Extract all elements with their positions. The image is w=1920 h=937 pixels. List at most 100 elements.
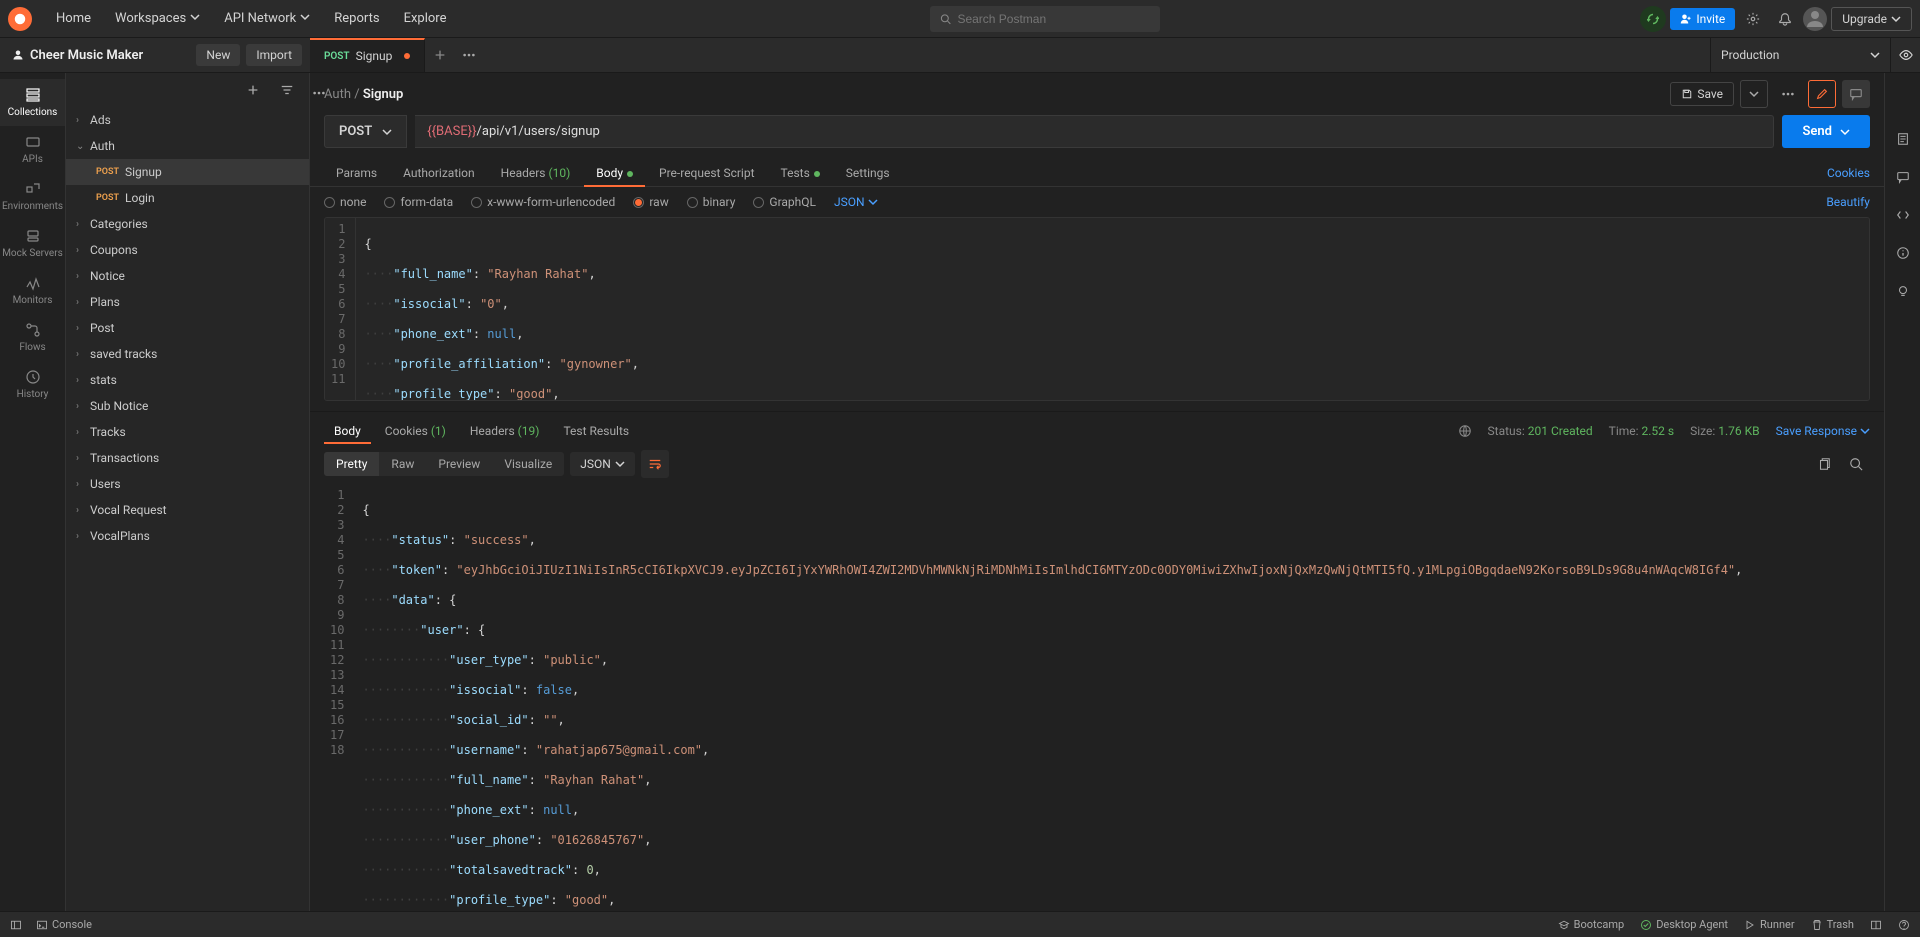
response-body-code[interactable]: { "status": "success", "token": "eyJhbGc…	[354, 484, 1870, 911]
search-input[interactable]	[957, 12, 1150, 26]
new-tab-button[interactable]	[425, 48, 455, 62]
url-input[interactable]: {{BASE}}/api/v1/users/signup	[415, 115, 1774, 148]
tree-request-signup[interactable]: POSTSignup	[66, 159, 309, 185]
postman-logo[interactable]	[8, 7, 32, 31]
comments-button[interactable]	[1885, 161, 1920, 193]
notifications-button[interactable]	[1771, 5, 1799, 33]
settings-button[interactable]	[1739, 5, 1767, 33]
copy-response-button[interactable]	[1810, 450, 1838, 478]
new-button[interactable]: New	[196, 44, 240, 66]
tab-settings[interactable]: Settings	[834, 160, 902, 186]
sync-icon[interactable]	[1640, 6, 1666, 32]
body-opt-binary[interactable]: binary	[687, 195, 736, 209]
response-lang-select[interactable]: JSON	[570, 452, 635, 476]
beautify-button[interactable]: Beautify	[1826, 195, 1870, 209]
tab-params[interactable]: Params	[324, 160, 389, 186]
environment-quicklook[interactable]	[1890, 38, 1920, 72]
tree-folder[interactable]: ›Users	[66, 471, 309, 497]
invite-button[interactable]: Invite	[1670, 8, 1735, 30]
tree-folder[interactable]: ›Tracks	[66, 419, 309, 445]
tree-folder[interactable]: ›Notice	[66, 263, 309, 289]
body-opt-graphql[interactable]: GraphQL	[753, 195, 816, 209]
tree-folder[interactable]: ›Plans	[66, 289, 309, 315]
save-button[interactable]: Save	[1670, 82, 1734, 106]
info-button[interactable]	[1885, 237, 1920, 269]
tab-body[interactable]: Body	[584, 160, 645, 186]
tree-folder[interactable]: ›Transactions	[66, 445, 309, 471]
trash-button[interactable]: Trash	[1811, 918, 1854, 931]
rail-monitors[interactable]: Monitors	[0, 267, 65, 314]
bootcamp-button[interactable]: Bootcamp	[1558, 918, 1625, 931]
tree-folder-auth[interactable]: ⌄Auth	[66, 133, 309, 159]
import-button[interactable]: Import	[246, 44, 302, 66]
save-response-button[interactable]: Save Response	[1776, 424, 1870, 438]
view-preview[interactable]: Preview	[426, 452, 492, 476]
sidebar-toggle-button[interactable]	[10, 919, 22, 931]
rail-environments[interactable]: Environments	[0, 173, 65, 220]
body-opt-none[interactable]: none	[324, 195, 366, 209]
response-body-editor[interactable]: 123456789101112131415161718 { "status": …	[324, 484, 1870, 911]
documentation-button[interactable]	[1885, 123, 1920, 155]
nav-workspaces[interactable]: Workspaces	[103, 0, 212, 38]
rail-collections[interactable]: Collections	[0, 79, 65, 126]
save-dropdown[interactable]	[1740, 80, 1768, 108]
tree-folder[interactable]: ›Categories	[66, 211, 309, 237]
request-body-code[interactable]: { "full_name": "Rayhan Rahat", "issocial…	[356, 218, 1869, 400]
tree-folder[interactable]: ›Sub Notice	[66, 393, 309, 419]
create-collection-button[interactable]	[239, 76, 267, 104]
view-pretty[interactable]: Pretty	[324, 452, 379, 476]
nav-home[interactable]: Home	[44, 0, 103, 38]
tab-headers[interactable]: Headers (10)	[489, 160, 583, 186]
tab-options[interactable]	[455, 41, 483, 69]
nav-api-network[interactable]: API Network	[212, 0, 322, 38]
panel-options[interactable]	[305, 79, 333, 107]
cookies-link[interactable]: Cookies	[1827, 160, 1870, 186]
view-visualize[interactable]: Visualize	[492, 452, 564, 476]
comment-mode-button[interactable]	[1842, 80, 1870, 108]
workspace-name[interactable]: Cheer Music Maker	[0, 48, 196, 63]
related-button[interactable]	[1885, 275, 1920, 307]
tree-folder[interactable]: ›Coupons	[66, 237, 309, 263]
search-box[interactable]	[930, 6, 1160, 32]
tab-authorization[interactable]: Authorization	[391, 160, 487, 186]
filter-button[interactable]	[273, 76, 301, 104]
resp-tab-body[interactable]: Body	[324, 418, 371, 444]
nav-reports[interactable]: Reports	[322, 0, 391, 38]
request-tab-signup[interactable]: POST Signup	[310, 38, 425, 72]
tree-folder[interactable]: ›stats	[66, 367, 309, 393]
body-opt-formdata[interactable]: form-data	[384, 195, 453, 209]
rail-flows[interactable]: Flows	[0, 314, 65, 361]
body-opt-urlencoded[interactable]: x-www-form-urlencoded	[471, 195, 615, 209]
request-body-editor[interactable]: 1234567891011 { "full_name": "Rayhan Rah…	[324, 217, 1870, 401]
search-response-button[interactable]	[1842, 450, 1870, 478]
body-lang-select[interactable]: JSON	[834, 195, 878, 209]
environment-selector[interactable]: Production	[1710, 38, 1890, 72]
tree-folder[interactable]: ›Post	[66, 315, 309, 341]
tab-prerequest[interactable]: Pre-request Script	[647, 160, 766, 186]
tree-folder-ads[interactable]: ›Ads	[66, 107, 309, 133]
rail-apis[interactable]: APIs	[0, 126, 65, 173]
tree-folder[interactable]: ›VocalPlans	[66, 523, 309, 549]
help-button[interactable]	[1898, 919, 1910, 931]
send-button[interactable]: Send	[1782, 115, 1870, 148]
resp-tab-cookies[interactable]: Cookies (1)	[375, 418, 456, 444]
view-raw[interactable]: Raw	[379, 452, 426, 476]
wrap-lines-button[interactable]	[641, 450, 669, 478]
rail-history[interactable]: History	[0, 361, 65, 408]
tree-folder[interactable]: ›saved tracks	[66, 341, 309, 367]
resp-tab-test-results[interactable]: Test Results	[553, 418, 639, 444]
tab-tests[interactable]: Tests	[769, 160, 832, 186]
two-pane-button[interactable]	[1870, 919, 1882, 931]
rail-mock-servers[interactable]: Mock Servers	[0, 220, 65, 267]
agent-status[interactable]: Desktop Agent	[1640, 918, 1728, 931]
method-select[interactable]: POST	[324, 115, 407, 148]
tree-request-login[interactable]: POSTLogin	[66, 185, 309, 211]
tree-folder[interactable]: ›Vocal Request	[66, 497, 309, 523]
collections-tree[interactable]: ›Ads ⌄Auth POSTSignup POSTLogin ›Categor…	[66, 107, 309, 911]
more-options[interactable]	[1774, 80, 1802, 108]
body-opt-raw[interactable]: raw	[633, 195, 668, 209]
nav-explore[interactable]: Explore	[392, 0, 459, 38]
code-button[interactable]	[1885, 199, 1920, 231]
resp-tab-headers[interactable]: Headers (19)	[460, 418, 550, 444]
builder-mode-button[interactable]	[1808, 80, 1836, 108]
